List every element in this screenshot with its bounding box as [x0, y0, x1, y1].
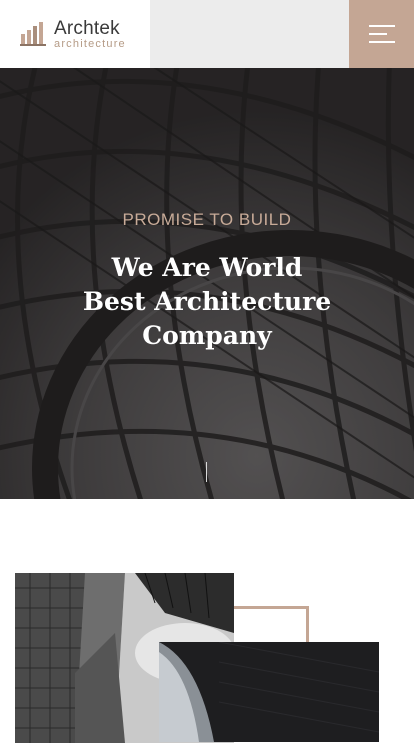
hero-title: We Are World Best Architecture Company — [0, 251, 414, 353]
site-header: Archtek architecture — [0, 0, 414, 68]
hamburger-menu-icon — [368, 25, 395, 43]
decorative-frame — [234, 606, 309, 646]
image-gallery — [0, 499, 414, 743]
hero-title-line-1: We Are World — [111, 253, 303, 282]
hero-section: PROMISE TO BUILD We Are World Best Archi… — [0, 68, 414, 499]
brand-text: Archtek architecture — [54, 19, 126, 50]
hero-title-line-2: Best Architecture — [82, 287, 332, 316]
logo[interactable]: Archtek architecture — [0, 0, 150, 68]
hero-title-line-3: Company — [142, 321, 272, 350]
building-bars-icon — [20, 22, 46, 46]
building-photo-2 — [159, 642, 379, 742]
scroll-indicator[interactable] — [206, 462, 207, 482]
hero-tagline: PROMISE TO BUILD — [122, 210, 292, 229]
brand-subtitle: architecture — [54, 37, 126, 50]
brand-name: Archtek — [54, 17, 120, 39]
menu-button[interactable] — [349, 0, 414, 68]
